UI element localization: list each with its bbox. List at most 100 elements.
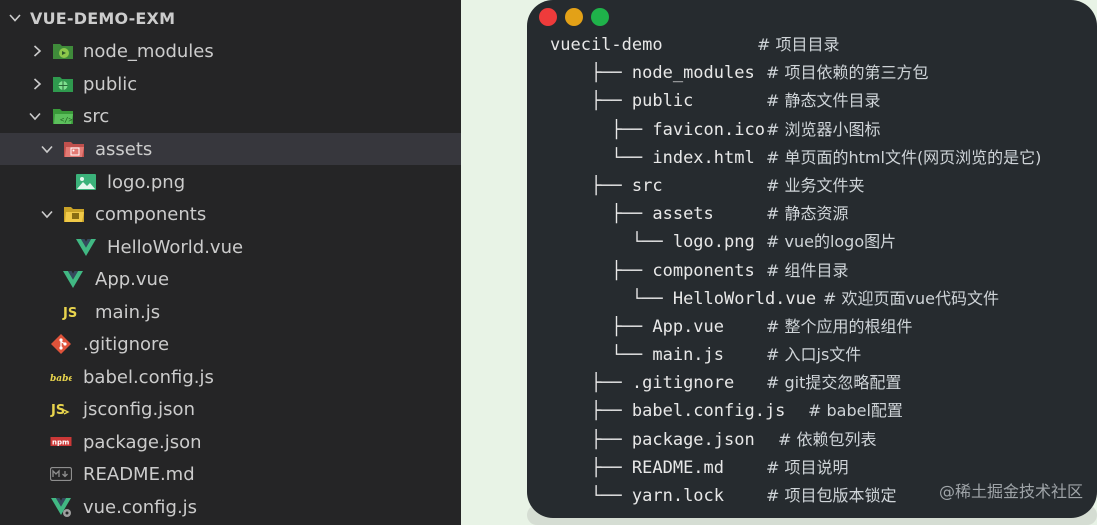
- assets-folder-icon: [63, 138, 85, 160]
- tree-item-main-js[interactable]: JS main.js: [0, 296, 461, 328]
- tree-entry-comment: # vue的logo图片: [766, 232, 897, 252]
- tree-branch: ├──: [550, 457, 632, 478]
- project-title: VUE-DEMO-EXM: [30, 8, 176, 28]
- tree-item-package-json[interactable]: npm package.json: [0, 426, 461, 458]
- tree-line: ├── package.json # 依赖包列表: [550, 426, 877, 454]
- tree-line: ├── App.vue # 整个应用的根组件: [550, 313, 912, 341]
- tree-entry-comment: # 欢迎页面vue代码文件: [823, 288, 999, 308]
- tree-entry-name: logo.png: [672, 232, 755, 253]
- tree-item-label: main.js: [95, 301, 161, 323]
- node-modules-folder-icon: [52, 40, 74, 62]
- chevron-right-icon[interactable]: [30, 44, 44, 58]
- vue-file-icon: [62, 268, 84, 290]
- vue-config-file-icon: [50, 496, 72, 518]
- minimize-dot-icon[interactable]: [565, 8, 583, 26]
- image-file-icon: [75, 171, 97, 193]
- tree-item-label: vue.config.js: [83, 496, 198, 518]
- file-explorer: VUE-DEMO-EXM node_modules public </> src: [0, 0, 461, 525]
- tree-line: ├── src # 业务文件夹: [550, 172, 865, 200]
- tree-item-app-vue[interactable]: App.vue: [0, 263, 461, 295]
- svg-text:npm: npm: [52, 439, 69, 447]
- chevron-right-icon[interactable]: [30, 77, 44, 91]
- directory-tree-card: vuecil-demo # 项目目录 ├── node_modules # 项目依赖…: [527, 0, 1097, 518]
- tree-branch: ├──: [550, 175, 632, 196]
- tree-item-label: node_modules: [83, 40, 214, 62]
- tree-entry-name: .gitignore: [631, 373, 735, 394]
- tree-entry-name: components: [652, 260, 755, 281]
- tree-branch: └──: [550, 486, 632, 506]
- chevron-down-icon[interactable]: [8, 11, 22, 25]
- tree-branch: ├──: [550, 119, 653, 140]
- components-folder-icon: [63, 203, 85, 225]
- tree-item-logo-png[interactable]: logo.png: [0, 166, 461, 198]
- tree-entry-name: public: [631, 91, 694, 112]
- tree-item-public[interactable]: public: [0, 68, 461, 100]
- tree-entry-comment: # git提交忽略配置: [766, 373, 902, 393]
- tree-item-jsconfig[interactable]: JS jsconfig.json: [0, 393, 461, 425]
- tree-item-label: package.json: [83, 431, 202, 453]
- tree-entry-comment: # 浏览器小图标: [766, 119, 881, 139]
- tree-line: └── HelloWorld.vue # 欢迎页面vue代码文件: [550, 285, 999, 313]
- tree-item-components[interactable]: components: [0, 198, 461, 230]
- tree-entry-name: src: [631, 175, 663, 196]
- tree-item-label: .gitignore: [83, 333, 170, 355]
- tree-item-node-modules[interactable]: node_modules: [0, 35, 461, 67]
- tree-entry-comment: # 项目依赖的第三方包: [766, 63, 929, 83]
- tree-branch: ├──: [550, 429, 632, 450]
- svg-text:JS: JS: [62, 306, 77, 321]
- tree-branch: ├──: [550, 91, 632, 112]
- maximize-dot-icon[interactable]: [591, 8, 609, 26]
- tree-branch: ├──: [550, 260, 653, 281]
- tree-entry-comment: # babel配置: [808, 401, 903, 421]
- tree-entry-name: favicon.ico: [652, 119, 765, 140]
- tree-line: ├── public # 静态文件目录: [550, 87, 881, 115]
- tree-item-label: HelloWorld.vue: [107, 236, 244, 258]
- tree-entry-name: yarn.lock: [631, 486, 725, 506]
- tree-item-label: babel.config.js: [83, 366, 214, 388]
- tree-item-readme[interactable]: README.md: [0, 458, 461, 490]
- tree-entry-name: node_modules: [631, 63, 755, 84]
- tree-entry-name: App.vue: [652, 316, 725, 337]
- tree-branch: └──: [550, 345, 653, 366]
- tree-entry-comment: # 整个应用的根组件: [766, 316, 913, 336]
- tree-item-helloworld-vue[interactable]: HelloWorld.vue: [0, 231, 461, 263]
- tree-item-label: App.vue: [95, 268, 170, 290]
- src-folder-icon: </>: [52, 105, 74, 127]
- tree-branch: ├──: [550, 316, 653, 337]
- watermark: @稀土掘金技术社区: [938, 482, 1083, 501]
- npm-file-icon: npm: [50, 431, 72, 453]
- tree-entry-name: HelloWorld.vue: [672, 288, 817, 309]
- tree-entry-comment: # 静态资源: [766, 204, 849, 224]
- tree-item-src[interactable]: </> src: [0, 100, 461, 132]
- tree-line: ├── favicon.ico # 浏览器小图标: [550, 116, 880, 144]
- svg-text:babel: babel: [50, 374, 72, 384]
- tree-line: ├── node_modules # 项目依赖的第三方包: [550, 59, 929, 87]
- tree-item-babel-config[interactable]: babel babel.config.js: [0, 361, 461, 393]
- tree-branch: └──: [550, 147, 653, 168]
- close-dot-icon[interactable]: [539, 8, 557, 26]
- tree-line: ├── .gitignore # git提交忽略配置: [550, 369, 901, 397]
- tree-entry-comment: # 依赖包列表: [778, 429, 877, 449]
- chevron-down-icon[interactable]: [28, 109, 42, 123]
- project-header[interactable]: VUE-DEMO-EXM: [8, 4, 175, 32]
- tree-entry-comment: # 业务文件夹: [766, 175, 865, 195]
- chevron-down-icon[interactable]: [40, 142, 54, 156]
- tree-entry-comment: # 项目说明: [766, 457, 849, 477]
- babel-file-icon: babel: [50, 366, 72, 388]
- svg-text:JS: JS: [50, 403, 65, 418]
- tree-item-gitignore[interactable]: .gitignore: [0, 328, 461, 360]
- tree-line: └── index.html # 单页面的html文件(网页浏览的是它): [550, 144, 1041, 172]
- tree-entry-name: package.json: [631, 429, 755, 450]
- tree-item-vue-config[interactable]: vue.config.js: [0, 491, 461, 523]
- tree-entry-name: assets: [652, 204, 714, 225]
- tree-line: ├── assets # 静态资源: [550, 200, 848, 228]
- tree-entry-comment: # 组件目录: [766, 260, 849, 280]
- tree-branch: └──: [550, 288, 673, 309]
- public-folder-icon: [52, 73, 74, 95]
- json-file-icon: JS: [50, 398, 72, 420]
- tree-entry-name: main.js: [652, 345, 725, 366]
- tree-entry-name: README.md: [631, 457, 725, 478]
- vue-file-icon: [75, 236, 97, 258]
- chevron-down-icon[interactable]: [40, 207, 54, 221]
- tree-item-assets[interactable]: assets: [0, 133, 461, 165]
